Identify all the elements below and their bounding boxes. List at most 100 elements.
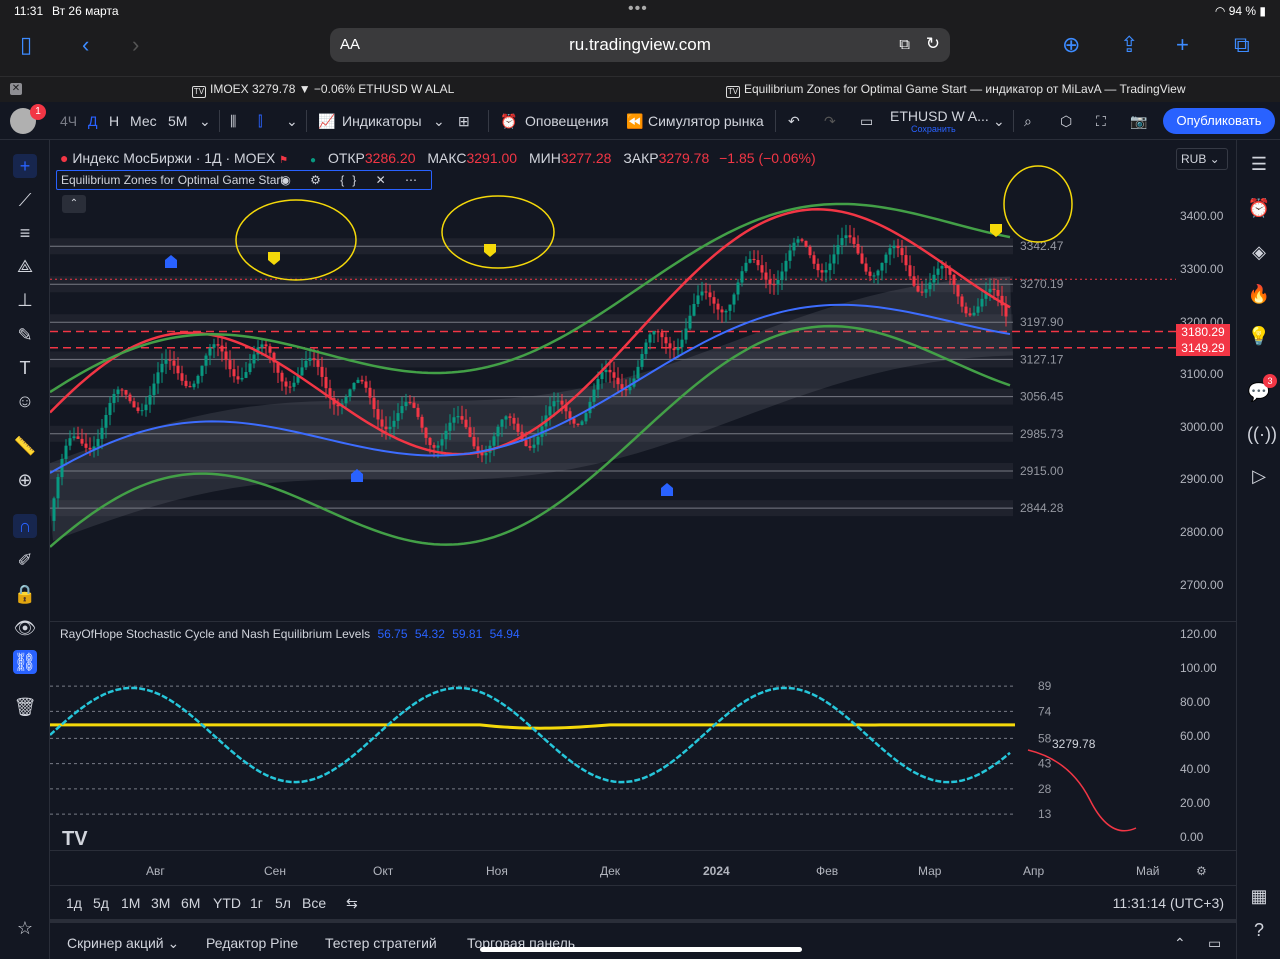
brush-icon[interactable]: ✎ [13,323,37,347]
tab-equilibrium[interactable]: TV Equilibrium Zones for Optimal Game Sta… [726,77,1186,103]
candle-body [196,375,200,384]
layers-icon[interactable]: ◈ [1247,240,1271,264]
magnet-icon[interactable]: ∩ [13,514,37,538]
candle-body [240,377,244,380]
indicators-button[interactable]: Индикаторы [342,113,422,129]
currency-select[interactable]: RUB ⌄ [1176,148,1228,170]
range-5y[interactable]: 5л [275,895,291,911]
range-3m[interactable]: 3М [151,895,170,911]
watchlist-icon[interactable]: ☰ [1247,152,1271,176]
tab-imoex[interactable]: TV IMOEX 3279.78 ▼ −0.06% ETHUSD W ALAL [192,77,454,103]
alarm-clock-icon[interactable]: ⏰ [1247,196,1271,220]
chevron-down-icon[interactable]: ⌄ [993,113,1005,130]
lock-drawing-icon[interactable]: ✐ [13,548,37,572]
play-icon[interactable]: ▷ [1247,464,1271,488]
prediction-icon[interactable]: ⊥ [13,288,37,312]
eye-icon[interactable]: 👁 [13,616,37,640]
interval-4h[interactable]: 4Ч [60,113,77,129]
extensions-icon[interactable]: ⧉ [899,36,910,53]
zoom-icon[interactable]: ⊕ [13,468,37,492]
lock-icon[interactable]: 🔒 [13,582,37,606]
chevron-down-icon[interactable]: ⌄ [286,113,298,130]
fullscreen-icon[interactable]: ⛶ [1096,113,1106,130]
download-icon[interactable]: ⊕ [1062,34,1080,56]
star-icon[interactable]: ☆ [13,916,37,940]
osc-level-label: 28 [1038,782,1052,796]
range-5d[interactable]: 5д [93,895,109,911]
chevron-down-icon[interactable]: ⌄ [199,113,211,130]
settings-gear-icon[interactable]: ⚙ [1196,864,1207,878]
range-6m[interactable]: 6М [181,895,200,911]
search-icon[interactable]: ⌕ [1024,113,1032,130]
chart-canvas[interactable]: 3342.473270.193197.903127.173056.452985.… [50,140,1236,885]
sidebar-icon[interactable]: ▯ [20,34,32,56]
trend-line-icon[interactable]: ⟋ [13,188,37,212]
replay-icon[interactable]: ⏪ [626,113,643,130]
replay-button[interactable]: Симулятор рынка [648,113,764,129]
layout-icon[interactable]: ▭ [860,113,873,130]
settings-icon[interactable]: ⬡ [1060,113,1072,130]
address-bar[interactable]: AA ru.tradingview.com ⧉ ↻ [330,28,950,62]
share-icon[interactable]: ⇪ [1120,34,1138,56]
collapse-legend-button[interactable]: ⌃ [62,195,86,213]
layout-name[interactable]: ETHUSD W A... [890,108,989,124]
new-tab-icon[interactable]: + [1176,34,1189,56]
undo-icon[interactable]: ↶ [788,113,800,130]
pattern-icon[interactable]: ⟁ [13,254,37,278]
tabs-overview-icon[interactable]: ⧉ [1234,34,1250,56]
chevron-down-icon[interactable]: ⌄ [433,113,445,130]
moex-logo-icon: ● [60,150,69,166]
range-1m[interactable]: 1М [121,895,140,911]
price-tag: 3180.29 [1176,324,1230,340]
interval-day[interactable]: Д [88,113,97,129]
save-label[interactable]: Сохранить [911,124,956,134]
date-range-icon[interactable]: ⇆ [346,895,358,912]
fib-icon[interactable]: ≡ [13,221,37,245]
alarm-icon[interactable]: ⏰ [500,113,517,130]
calendar-icon[interactable]: ▦ [1247,884,1271,908]
fire-icon[interactable]: 🔥 [1247,282,1271,306]
symbol-name[interactable]: Индекс МосБиржи · 1Д · MOEX [72,150,275,166]
time-axis-label: Дек [600,864,621,878]
maximize-icon[interactable]: ▭ [1208,935,1221,952]
streams-icon[interactable]: ((·)) [1247,422,1277,446]
emoji-icon[interactable]: ☺ [13,389,37,413]
bar-style-icon[interactable]: ⫼ [230,113,236,130]
templates-icon[interactable]: ⊞ [458,113,470,130]
interval-week[interactable]: Н [109,113,119,129]
help-icon[interactable]: ? [1247,918,1271,942]
text-icon[interactable]: T [13,356,37,380]
indicator-controls-icon[interactable]: ◉ ⚙ {} ✕ ⋯ [280,171,425,189]
tab-strategy-tester[interactable]: Тестер стратегий [325,935,437,951]
forward-icon[interactable]: › [132,34,139,56]
pane-separator[interactable] [50,621,1236,622]
interval-5m[interactable]: 5М [168,113,187,129]
candles-icon[interactable]: ⫿ [258,113,262,130]
back-icon[interactable]: ‹ [82,34,89,56]
range-1y[interactable]: 1г [250,895,263,911]
crosshair-icon[interactable]: + [13,154,37,178]
close-tab-icon[interactable]: ✕ [10,83,22,95]
reload-icon[interactable]: ↻ [926,34,940,54]
idea-icon[interactable]: 💡 [1247,324,1271,348]
chart-area[interactable]: 3342.47 3270.19 3197.90 3127.17 3056.45 2985.… [50,140,1236,885]
tab-screener[interactable]: Скринер акций ⌄ [67,935,179,952]
trash-icon[interactable]: 🗑 [13,695,37,719]
chevron-up-icon[interactable]: ⌃ [1174,935,1186,952]
ruler-icon[interactable]: 📏 [13,434,37,458]
clock[interactable]: 11:31:14 (UTC+3) [1113,895,1224,911]
range-ytd[interactable]: YTD [213,895,241,911]
link-icon[interactable]: ⛓ [13,650,37,674]
indicators-icon[interactable]: 📈 [318,113,335,130]
interval-month[interactable]: Мес [130,113,157,129]
range-all[interactable]: Все [302,895,326,911]
publish-button[interactable]: Опубликовать [1163,108,1275,134]
range-1d[interactable]: 1д [66,895,82,911]
indicator-legend[interactable]: Equilibrium Zones for Optimal Game Start… [56,170,432,190]
multitask-dots-icon[interactable]: ••• [628,0,648,18]
camera-icon[interactable]: 📷 [1130,113,1147,130]
tab-pine-editor[interactable]: Редактор Pine [206,935,298,951]
url-text[interactable]: ru.tradingview.com [330,35,950,55]
alerts-button[interactable]: Оповещения [525,113,609,129]
redo-icon[interactable]: ↷ [824,113,836,130]
